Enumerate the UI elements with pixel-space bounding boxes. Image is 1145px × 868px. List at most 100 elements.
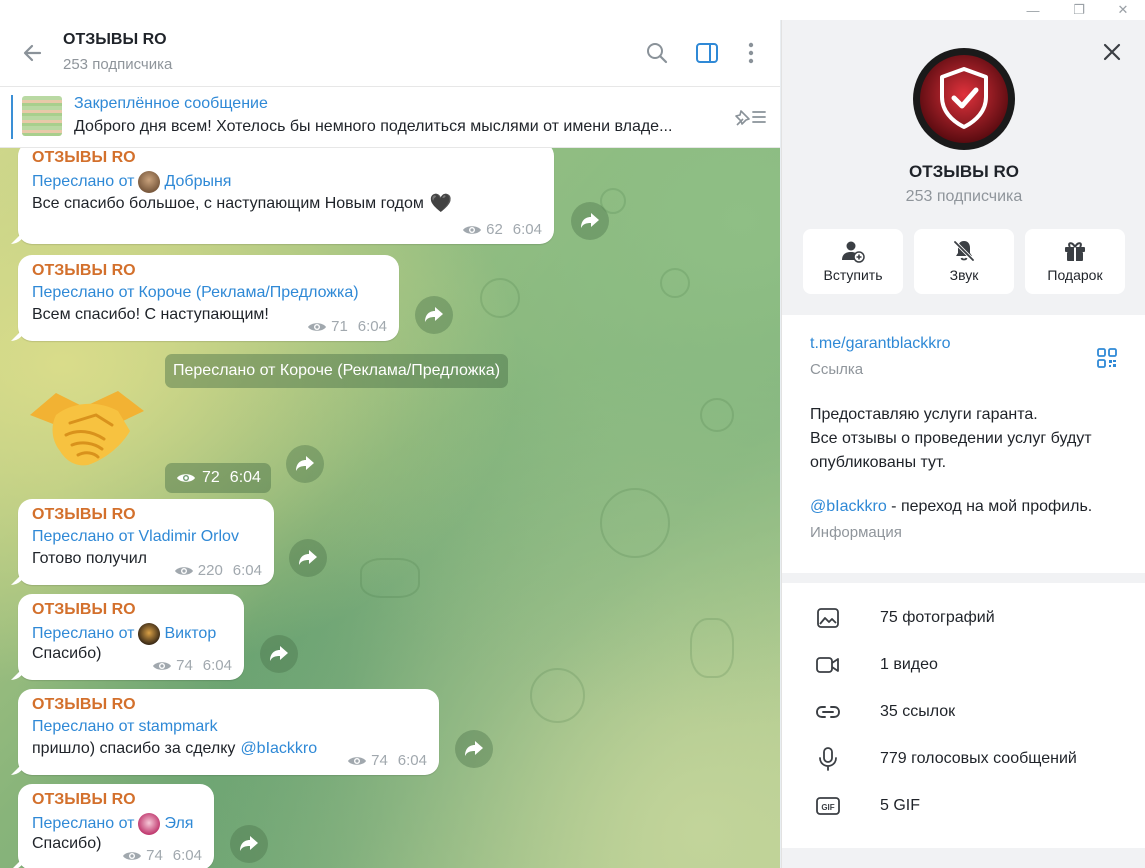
message-meta: 74 6:04 — [152, 657, 232, 674]
media-row-links[interactable]: 35 ссылок — [782, 689, 1145, 736]
minimize-button[interactable]: — — [1010, 0, 1056, 20]
message-text: Все спасибо большое, с наступающим Новым… — [32, 193, 452, 214]
message-bubble[interactable]: ОТЗЫВЫ RO Переслано от Vladimir Orlov Го… — [11, 499, 274, 585]
message-bubble[interactable]: ОТЗЫВЫ RO Переслано от Эля Спасибо) 74 6… — [11, 784, 214, 868]
join-label: Вступить — [823, 267, 883, 283]
message-meta: 74 6:04 — [122, 847, 202, 864]
description-line: опубликованы тут. — [810, 454, 947, 471]
view-count: 62 — [486, 221, 503, 238]
forwarded-prefix: Переслано от — [32, 718, 135, 735]
shared-media-list: 75 фотографий 1 видео 35 ссылок 779 голо… — [782, 583, 1145, 848]
pinned-message-bar[interactable]: Закреплённое сообщение Доброго дня всем!… — [0, 87, 780, 148]
mute-button[interactable]: Звук — [914, 229, 1014, 294]
profile-mention-link[interactable]: @bIackkro — [810, 498, 887, 515]
more-menu-icon[interactable] — [738, 40, 764, 66]
forward-button[interactable] — [289, 539, 327, 577]
forwarded-name: Добрыня — [164, 173, 232, 190]
channel-avatar[interactable] — [913, 48, 1015, 150]
message-time: 6:04 — [202, 657, 232, 674]
forwarded-from[interactable]: Переслано от Короче (Реклама/Предложка) — [32, 284, 359, 302]
sidebar-toggle-icon[interactable] — [694, 40, 720, 66]
message-author[interactable]: ОТЗЫВЫ RO — [32, 696, 136, 714]
channel-description: Предоставляю услуги гаранта. Все отзывы … — [810, 403, 1092, 475]
forwarded-from-chip[interactable]: Переслано от Короче (Реклама/Предложка) — [165, 354, 509, 388]
forward-button[interactable] — [455, 730, 493, 768]
media-row-voice[interactable]: 779 голосовых сообщений — [782, 736, 1145, 783]
description-line: Предоставляю услуги гаранта. — [810, 406, 1038, 423]
qr-code-icon[interactable] — [1096, 347, 1118, 369]
handshake-sticker[interactable] — [26, 385, 148, 469]
info-label: Информация — [810, 524, 902, 541]
forwarded-from[interactable]: Переслано от Vladimir Orlov — [32, 528, 239, 546]
share-arrow-icon — [270, 646, 288, 661]
avatar — [138, 813, 161, 835]
forward-button[interactable] — [230, 825, 268, 863]
message-author[interactable]: ОТЗЫВЫ RO — [32, 791, 136, 809]
share-arrow-icon — [299, 550, 317, 565]
message-author[interactable]: ОТЗЫВЫ RO — [32, 601, 136, 619]
window-close-button[interactable]: ✕ — [1100, 0, 1145, 20]
forwarded-prefix: Переслано от — [32, 173, 135, 190]
forwarded-from[interactable]: Переслано от Виктор — [32, 623, 216, 645]
message-time: 6:04 — [172, 847, 202, 864]
views-eye-icon — [348, 756, 367, 765]
join-button[interactable]: Вступить — [803, 229, 903, 294]
message-author[interactable]: ОТЗЫВЫ RO — [32, 262, 136, 280]
channel-link[interactable]: t.me/garantblackkro — [810, 335, 951, 353]
mic-icon — [819, 747, 837, 771]
forward-button[interactable] — [571, 202, 609, 240]
chat-subscribers: 253 подписчика — [63, 56, 173, 73]
telegram-window: — ❐ ✕ ОТЗЫВЫ RO 253 подписчика Закреплён… — [0, 0, 1145, 868]
message-time: 6:04 — [397, 752, 427, 769]
close-icon[interactable] — [1098, 38, 1126, 66]
gift-button[interactable]: Подарок — [1025, 229, 1125, 294]
view-count: 72 — [202, 469, 220, 486]
bg-doodle — [530, 668, 585, 723]
message-author[interactable]: ОТЗЫВЫ RO — [32, 149, 136, 167]
forward-button[interactable] — [415, 296, 453, 334]
share-arrow-icon — [425, 307, 443, 322]
media-row-gif[interactable]: GIF 5 GIF — [782, 783, 1145, 830]
message-bubble[interactable]: ОТЗЫВЫ RO Переслано от Короче (Реклама/П… — [11, 255, 399, 341]
media-row-video[interactable]: 1 видео — [782, 642, 1145, 689]
message-bubble[interactable]: ОТЗЫВЫ RO Переслано от Добрыня Все спаси… — [11, 148, 554, 244]
photo-icon — [817, 608, 839, 628]
mute-bell-icon — [953, 240, 975, 262]
message-author[interactable]: ОТЗЫВЫ RO — [32, 506, 136, 524]
forward-button[interactable] — [286, 445, 324, 483]
profile-line-text: - переход на мой профиль. — [886, 498, 1093, 515]
view-count: 74 — [176, 657, 193, 674]
bubble-tail — [11, 571, 25, 585]
mention-link[interactable]: @bIackkro — [240, 740, 317, 758]
window-titlebar: — ❐ ✕ — [0, 0, 1145, 20]
forwarded-from[interactable]: Переслано от Добрыня — [32, 171, 231, 193]
chat-title[interactable]: ОТЗЫВЫ RO — [63, 31, 167, 49]
svg-text:GIF: GIF — [821, 803, 834, 812]
message-bubble[interactable]: ОТЗЫВЫ RO Переслано от Виктор Спасибо) 7… — [11, 594, 244, 680]
mute-label: Звук — [949, 267, 979, 283]
message-text: Всем спасибо! С наступающим! — [32, 306, 269, 323]
media-row-photos[interactable]: 75 фотографий — [782, 595, 1145, 642]
message-text: пришло) спасибо за сделку @bIackkro — [32, 740, 317, 758]
message-meta: 220 6:04 — [174, 562, 262, 579]
forwarded-prefix: Переслано от — [32, 625, 135, 642]
forwarded-prefix: Переслано от — [32, 815, 135, 832]
view-count: 71 — [331, 318, 348, 335]
pin-list-icon[interactable] — [732, 105, 768, 129]
back-arrow-icon[interactable] — [18, 38, 48, 68]
restore-button[interactable]: ❐ — [1056, 0, 1102, 20]
forward-button[interactable] — [260, 635, 298, 673]
message-time: 6:04 — [357, 318, 387, 335]
share-arrow-icon — [296, 456, 314, 471]
forwarded-from[interactable]: Переслано от stampmark — [32, 718, 218, 736]
message-time: 6:04 — [512, 221, 542, 238]
message-bubble[interactable]: ОТЗЫВЫ RO Переслано от stampmark пришло)… — [11, 689, 439, 775]
message-text: Спасибо) — [32, 835, 102, 852]
forwarded-from[interactable]: Переслано от Эля — [32, 813, 193, 835]
chat-background: ОТЗЫВЫ RO Переслано от Добрыня Все спаси… — [0, 148, 780, 868]
message-meta: 71 6:04 — [307, 318, 387, 335]
bg-doodle — [660, 268, 690, 298]
search-icon[interactable] — [644, 40, 670, 66]
view-count: 74 — [371, 752, 388, 769]
bg-doodle — [480, 278, 520, 318]
